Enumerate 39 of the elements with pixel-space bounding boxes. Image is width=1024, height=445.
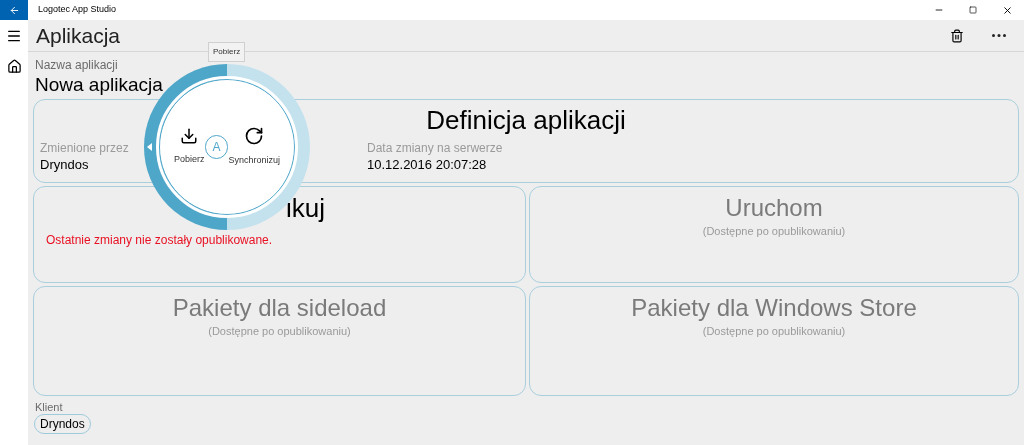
menu-icon xyxy=(6,28,22,44)
package-tile[interactable]: Pakiety dla Windows Store (Dostępne po opublikowaniu) xyxy=(529,286,1019,396)
restore-icon xyxy=(969,6,977,14)
field-value: Dryndos xyxy=(40,156,89,174)
back-icon xyxy=(8,4,20,16)
field-label: Nazwa aplikacji xyxy=(35,58,119,72)
home-icon xyxy=(6,59,22,74)
field-value: 10.12.2016 20:07:28 xyxy=(367,156,487,174)
app-name: Nowa aplikacja xyxy=(35,73,163,97)
window-title: Logotec App Studio xyxy=(38,3,117,17)
delete-button[interactable] xyxy=(950,28,964,43)
publish-tile[interactable]: ikuj Ostatnie zmiany nie zostały opublikowane. xyxy=(33,186,526,283)
back-button[interactable] xyxy=(0,0,28,20)
more-icon xyxy=(992,34,1006,37)
download-icon xyxy=(180,127,199,146)
field-label: Data zmiany na serwerze xyxy=(367,140,503,156)
download-button[interactable]: Pobierz xyxy=(174,127,205,167)
tooltip: Pobierz xyxy=(208,42,246,62)
package-tile[interactable]: Uruchom (Dostępne po opublikowaniu) xyxy=(529,186,1019,283)
tile-title: Definicja aplikacji xyxy=(425,104,627,136)
menu-button[interactable] xyxy=(6,28,22,44)
refresh-icon xyxy=(244,126,265,147)
warning-text: Ostatnie zmiany nie zostały opublikowane. xyxy=(46,232,273,249)
field-label: Zmienione przez xyxy=(40,140,129,156)
tile-title: ikuj xyxy=(286,193,326,223)
collapse-arrow-icon[interactable] xyxy=(147,143,152,151)
tile-note: (Dostępne po opublikowaniu) xyxy=(702,224,846,239)
package-tile[interactable]: Pakiety dla sideload (Dostępne po opublikowaniu) xyxy=(33,286,526,396)
tile-note: (Dostępne po opublikowaniu) xyxy=(702,324,846,339)
sync-button[interactable]: Synchronizuj xyxy=(228,126,280,168)
tile-title: Pakiety dla sideload xyxy=(172,293,387,323)
tile-title: Uruchom xyxy=(725,193,823,223)
trash-icon xyxy=(950,28,964,43)
tile-title: Pakiety dla Windows Store xyxy=(631,293,917,323)
home-button[interactable] xyxy=(6,59,22,74)
close-icon xyxy=(1001,4,1013,16)
page-title: Aplikacja xyxy=(36,22,121,49)
field-label: Klient xyxy=(35,400,64,414)
tile-note: (Dostępne po opublikowaniu) xyxy=(208,324,351,339)
